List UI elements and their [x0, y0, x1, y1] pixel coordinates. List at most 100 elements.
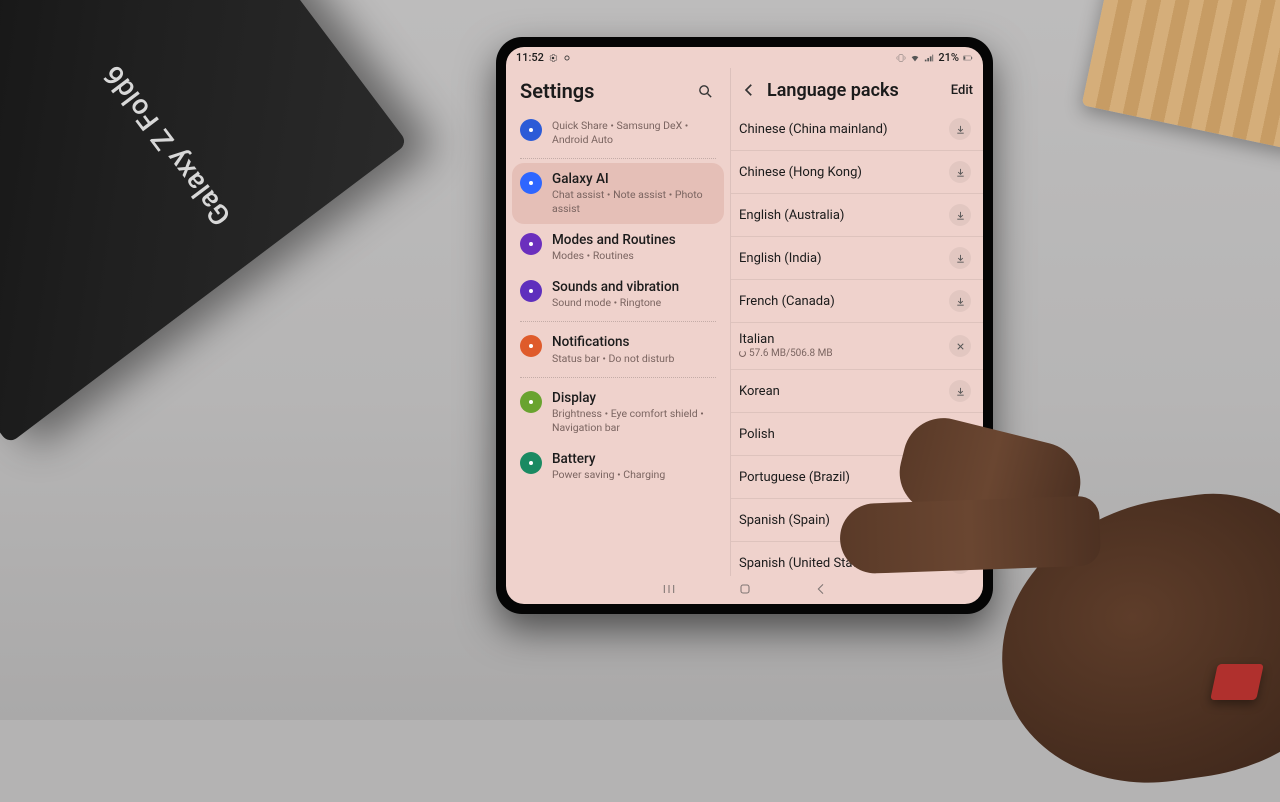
- settings-item-title: Modes and Routines: [552, 232, 676, 248]
- language-row[interactable]: English (India): [731, 237, 983, 280]
- status-bar: 11:52 21%: [506, 47, 983, 68]
- download-button[interactable]: [949, 552, 971, 574]
- download-icon: [955, 558, 966, 569]
- settings-item-icon: [520, 233, 542, 255]
- language-name: Italian: [739, 333, 833, 347]
- recents-button[interactable]: [661, 581, 677, 600]
- settings-item[interactable]: Sounds and vibrationSound mode • Rington…: [512, 271, 724, 318]
- language-name: English (Australia): [739, 208, 844, 223]
- language-name: Spanish (United States): [739, 556, 875, 571]
- language-name: Portuguese (Brazil): [739, 470, 850, 485]
- language-name: Polish: [739, 427, 775, 442]
- settings-item[interactable]: Quick Share • Samsung DeX • Android Auto: [512, 110, 724, 154]
- battery-percent: 21%: [938, 51, 959, 64]
- language-row[interactable]: English (Australia): [731, 194, 983, 237]
- settings-item[interactable]: Modes and RoutinesModes • Routines: [512, 224, 724, 271]
- language-packs-pane: Language packs Edit Chinese (China mainl…: [731, 68, 983, 576]
- settings-item[interactable]: Notifications Status bar • Do not disturb: [512, 326, 724, 373]
- download-button[interactable]: [949, 466, 971, 488]
- signal-icon: [924, 53, 934, 63]
- navigation-bar: [506, 576, 983, 604]
- settings-item[interactable]: DisplayBrightness • Eye comfort shield •…: [512, 382, 724, 442]
- settings-item[interactable]: BatteryPower saving • Charging: [512, 443, 724, 490]
- back-button[interactable]: [737, 78, 761, 102]
- settings-item-icon: [520, 119, 542, 141]
- settings-title: Settings: [520, 79, 594, 103]
- language-name: French (Canada): [739, 294, 835, 309]
- language-row[interactable]: Korean: [731, 370, 983, 413]
- download-button[interactable]: [949, 118, 971, 140]
- download-icon: [955, 210, 966, 221]
- spinner-icon: [739, 350, 746, 357]
- language-row[interactable]: Italian57.6 MB/506.8 MB: [731, 323, 983, 370]
- settings-item-subtitle: Quick Share • Samsung DeX • Android Auto: [552, 119, 716, 146]
- language-row[interactable]: Spanish (United States): [731, 542, 983, 576]
- language-name: Chinese (Hong Kong): [739, 165, 862, 180]
- settings-item-title: Galaxy AI: [552, 171, 716, 187]
- settings-item-subtitle: Status bar • Do not disturb: [552, 352, 674, 366]
- language-row[interactable]: Chinese (Hong Kong): [731, 151, 983, 194]
- download-icon: [955, 253, 966, 264]
- download-icon: [955, 472, 966, 483]
- search-button[interactable]: [692, 78, 718, 104]
- download-button[interactable]: [949, 247, 971, 269]
- settings-item-icon: [520, 452, 542, 474]
- status-clock: 11:52: [516, 51, 544, 64]
- settings-item-icon: [520, 280, 542, 302]
- phone-frame: 11:52 21% Settings Qu: [496, 37, 993, 614]
- download-button[interactable]: [949, 161, 971, 183]
- battery-icon: [963, 53, 973, 63]
- language-name: English (India): [739, 251, 822, 266]
- settings-item-title: Notifications: [552, 334, 674, 350]
- language-name: Korean: [739, 384, 780, 399]
- gear-icon: [548, 53, 558, 63]
- settings-item-subtitle: Chat assist • Note assist • Photo assist: [552, 188, 716, 215]
- settings-item-subtitle: Power saving • Charging: [552, 468, 665, 482]
- settings-pane: Settings Quick Share • Samsung DeX • And…: [506, 68, 731, 576]
- settings-item-icon: [520, 335, 542, 357]
- settings-item[interactable]: Galaxy AIChat assist • Note assist • Pho…: [512, 163, 724, 223]
- download-icon: [955, 124, 966, 135]
- language-row[interactable]: Portuguese (Brazil): [731, 456, 983, 499]
- recents-icon: [661, 581, 677, 597]
- vibrate-icon: [896, 53, 906, 63]
- cancel-download-button[interactable]: [949, 335, 971, 357]
- settings-item-title: Sounds and vibration: [552, 279, 679, 295]
- settings-item-icon: [520, 391, 542, 413]
- download-progress: 57.6 MB/506.8 MB: [739, 348, 833, 359]
- gear-icon: [562, 53, 572, 63]
- settings-item-subtitle: Sound mode • Ringtone: [552, 296, 679, 310]
- download-icon: [955, 167, 966, 178]
- page-title: Language packs: [767, 80, 945, 101]
- download-button[interactable]: [949, 509, 971, 531]
- channel-badge: [1210, 664, 1264, 700]
- download-button[interactable]: [949, 423, 971, 445]
- home-button[interactable]: [737, 581, 753, 600]
- settings-item-title: Battery: [552, 451, 665, 467]
- search-icon: [697, 83, 714, 100]
- nav-back-button[interactable]: [813, 581, 829, 600]
- edit-button[interactable]: Edit: [951, 83, 973, 98]
- download-icon: [955, 429, 966, 440]
- language-row[interactable]: Spanish (Spain): [731, 499, 983, 542]
- language-name: Spanish (Spain): [739, 513, 830, 528]
- language-row[interactable]: French (Canada): [731, 280, 983, 323]
- section-divider: [520, 158, 716, 159]
- section-divider: [520, 321, 716, 322]
- download-button[interactable]: [949, 204, 971, 226]
- close-icon: [955, 341, 966, 352]
- download-button[interactable]: [949, 380, 971, 402]
- settings-item-icon: [520, 172, 542, 194]
- chevron-left-icon: [813, 581, 829, 597]
- settings-item-title: Display: [552, 390, 716, 406]
- download-icon: [955, 386, 966, 397]
- wifi-icon: [910, 53, 920, 63]
- language-row[interactable]: Polish: [731, 413, 983, 456]
- section-divider: [520, 377, 716, 378]
- language-name: Chinese (China mainland): [739, 122, 887, 137]
- language-row[interactable]: Chinese (China mainland): [731, 108, 983, 151]
- home-icon: [737, 581, 753, 597]
- chevron-left-icon: [740, 81, 758, 99]
- download-button[interactable]: [949, 290, 971, 312]
- settings-item-subtitle: Modes • Routines: [552, 249, 676, 263]
